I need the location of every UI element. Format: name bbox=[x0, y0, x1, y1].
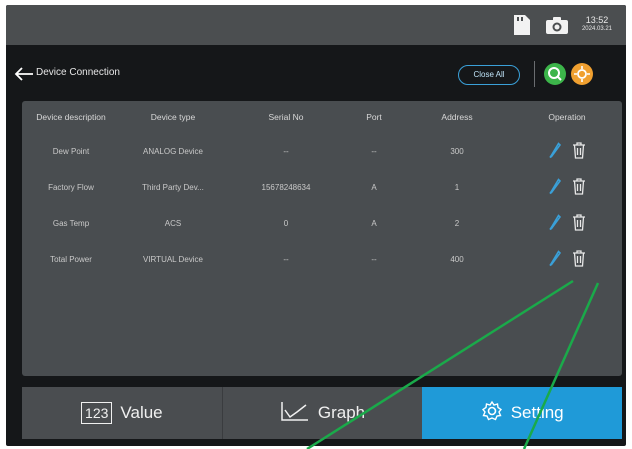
cell-description: Total Power bbox=[50, 254, 92, 264]
table-header-row: Device description Device type Serial No… bbox=[22, 101, 622, 133]
cell-address: 2 bbox=[454, 218, 460, 228]
divider bbox=[534, 61, 535, 87]
cell-description: Factory Flow bbox=[48, 182, 94, 192]
trash-icon[interactable] bbox=[572, 249, 586, 269]
device-table-panel: Device description Device type Serial No… bbox=[22, 101, 622, 376]
cell-operation bbox=[512, 169, 622, 205]
cell-address: 400 bbox=[450, 254, 464, 264]
edit-icon[interactable] bbox=[548, 213, 562, 233]
cell-port: A bbox=[371, 182, 377, 192]
tab-setting-label: Setting bbox=[510, 403, 564, 422]
cell-port: -- bbox=[371, 146, 377, 156]
column-header: Device description bbox=[36, 112, 106, 122]
device-screen: 13:52 2024.03.21 Device Connection Close… bbox=[6, 5, 626, 446]
tool-icon bbox=[574, 66, 590, 82]
cell-operation bbox=[512, 133, 622, 169]
tab-graph[interactable]: Graph bbox=[221, 387, 423, 439]
table-row[interactable]: Dew Point ANALOG Device -- -- 300 bbox=[22, 133, 622, 169]
cell-type: ACS bbox=[164, 218, 182, 228]
cell-description: Gas Temp bbox=[52, 218, 90, 228]
trash-icon[interactable] bbox=[572, 213, 586, 233]
cell-type: VIRTUAL Device bbox=[142, 254, 204, 264]
cell-operation bbox=[512, 205, 622, 241]
cell-serial: -- bbox=[283, 146, 289, 156]
table-row[interactable]: Factory Flow Third Party Dev... 15678248… bbox=[22, 169, 622, 205]
column-header: Serial No bbox=[268, 112, 304, 122]
cell-type: Third Party Dev... bbox=[142, 182, 204, 192]
close-all-button[interactable]: Close All bbox=[458, 65, 520, 85]
search-button[interactable] bbox=[544, 63, 566, 85]
cell-port: -- bbox=[371, 254, 377, 264]
cell-address: 300 bbox=[450, 146, 464, 156]
title-bar: Device Connection Close All bbox=[6, 57, 626, 91]
gear-icon bbox=[481, 400, 503, 427]
search-icon bbox=[548, 67, 562, 81]
sd-card-icon bbox=[513, 15, 532, 35]
camera-icon[interactable] bbox=[545, 16, 568, 34]
edit-icon[interactable] bbox=[548, 249, 562, 269]
table-row[interactable]: Total Power VIRTUAL Device -- -- 400 bbox=[22, 241, 622, 277]
123-icon: 123 bbox=[81, 402, 113, 424]
column-header: Address bbox=[441, 112, 473, 122]
device-table: Device description Device type Serial No… bbox=[22, 101, 622, 277]
clock-date: 2024.03.21 bbox=[581, 26, 612, 32]
graph-line-icon bbox=[280, 400, 310, 427]
tab-setting[interactable]: Setting bbox=[422, 387, 623, 439]
column-header: Port bbox=[366, 112, 382, 122]
cell-serial: 0 bbox=[283, 218, 289, 228]
bottom-tab-bar: 123 Value Graph Setting bbox=[22, 387, 623, 439]
status-bar: 13:52 2024.03.21 bbox=[6, 5, 626, 45]
trash-icon[interactable] bbox=[572, 141, 586, 161]
tab-value[interactable]: 123 Value bbox=[22, 387, 222, 439]
edit-icon[interactable] bbox=[548, 177, 562, 197]
edit-icon[interactable] bbox=[548, 141, 562, 161]
page-title: Device Connection bbox=[36, 67, 120, 78]
clock: 13:52 2024.03.21 bbox=[582, 16, 612, 34]
trash-icon[interactable] bbox=[572, 177, 586, 197]
cell-serial: 15678248634 bbox=[261, 182, 311, 192]
tab-graph-label: Graph bbox=[317, 403, 366, 422]
table-row[interactable]: Gas Temp ACS 0 A 2 bbox=[22, 205, 622, 241]
tab-value-label: Value bbox=[120, 403, 163, 422]
column-header: Device type bbox=[150, 112, 196, 122]
cell-address: 1 bbox=[454, 182, 460, 192]
settings-button[interactable] bbox=[571, 63, 593, 85]
cell-port: A bbox=[371, 218, 377, 228]
clock-time: 13:52 bbox=[585, 15, 609, 25]
cell-operation bbox=[512, 241, 622, 277]
cell-description: Dew Point bbox=[52, 146, 90, 156]
cell-type: ANALOG Device bbox=[142, 146, 204, 156]
back-arrow-icon[interactable] bbox=[14, 66, 34, 82]
cell-serial: -- bbox=[283, 254, 289, 264]
column-header: Operation bbox=[548, 112, 586, 122]
